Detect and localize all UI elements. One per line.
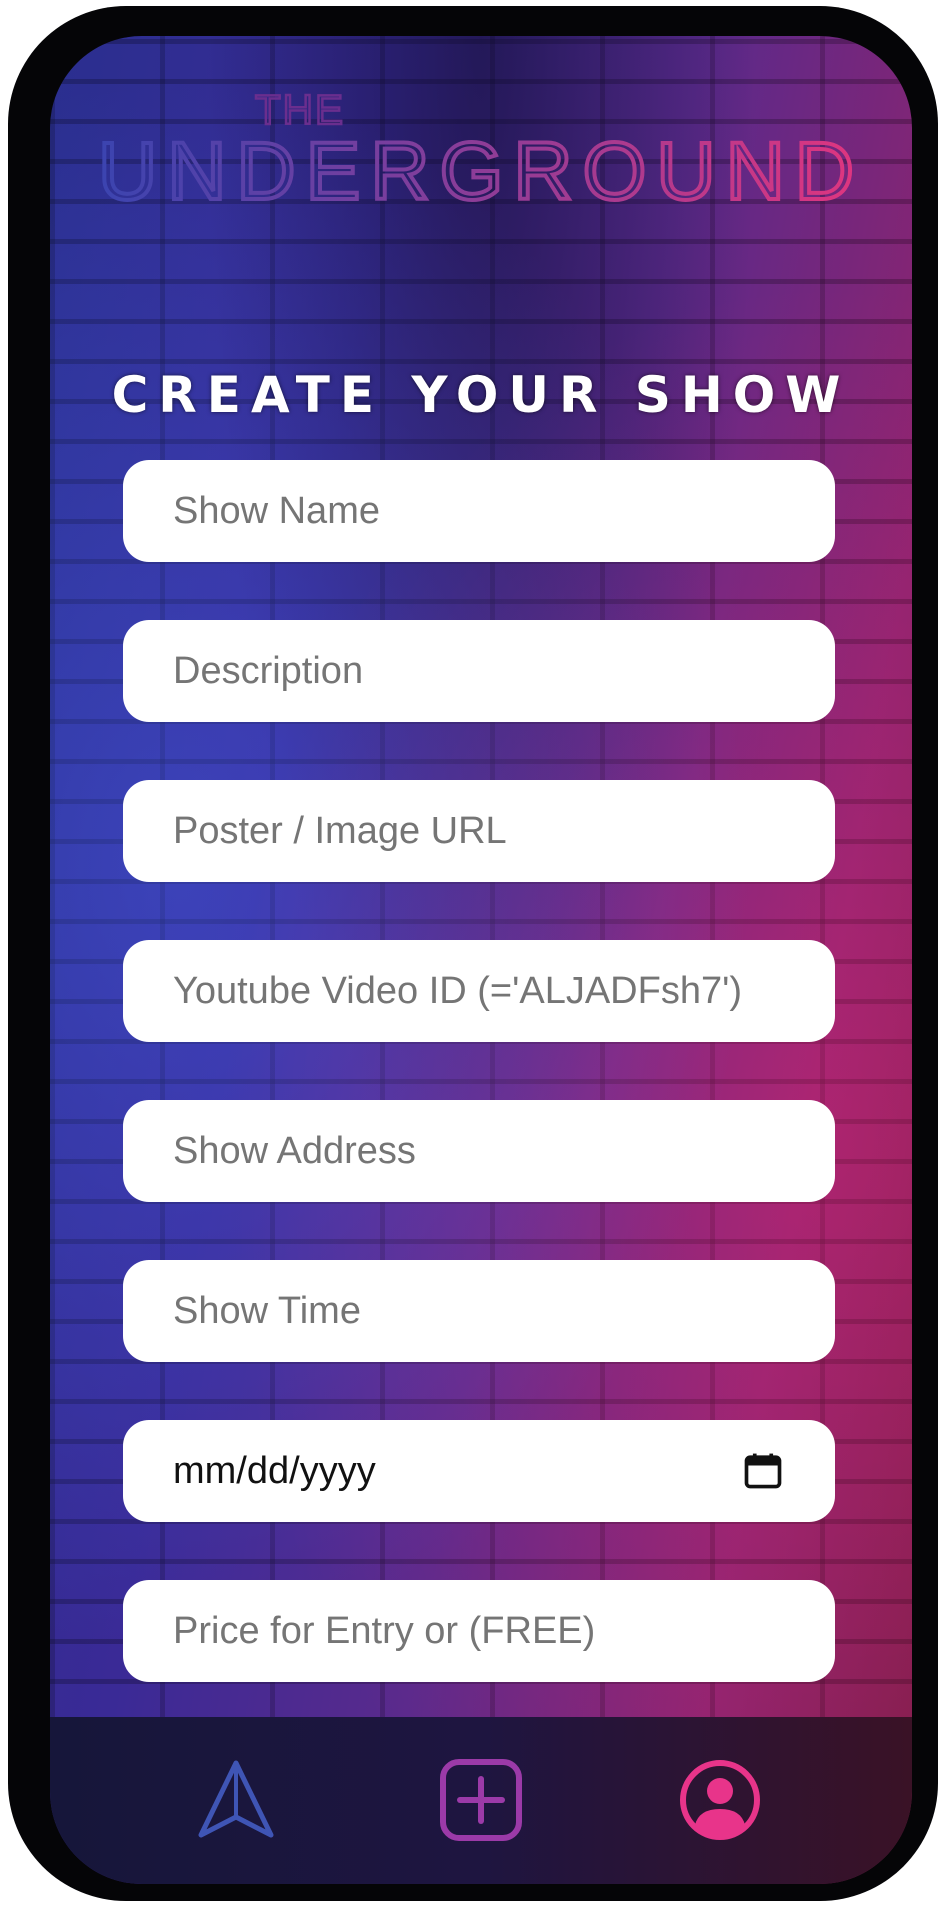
price-placeholder: Price for Entry or (FREE)	[173, 1609, 596, 1652]
poster-url-input[interactable]: Poster / Image URL	[123, 780, 835, 882]
app-screen: THE UNDERGROUND CREATE YOUR SHOW Show Na…	[50, 36, 912, 1884]
calendar-icon[interactable]	[741, 1449, 785, 1493]
description-placeholder: Description	[173, 649, 364, 692]
navigate-arrow-icon	[198, 1760, 274, 1838]
show-date-value: mm/dd/yyyy	[173, 1449, 376, 1492]
app-logo: THE UNDERGROUND	[50, 66, 912, 216]
show-time-placeholder: Show Time	[173, 1289, 361, 1332]
user-profile-icon	[680, 1760, 760, 1840]
price-input[interactable]: Price for Entry or (FREE)	[123, 1580, 835, 1682]
description-input[interactable]: Description	[123, 620, 835, 722]
bottom-nav-bar	[50, 1717, 912, 1884]
nav-create-button[interactable]	[438, 1757, 524, 1843]
logo-graphic: THE UNDERGROUND	[96, 85, 864, 216]
youtube-id-input[interactable]: Youtube Video ID (='ALJADFsh7')	[123, 940, 835, 1042]
page-title: CREATE YOUR SHOW	[111, 366, 851, 424]
create-show-form: Show Name Description Poster / Image URL…	[123, 460, 835, 1740]
phone-frame: THE UNDERGROUND CREATE YOUR SHOW Show Na…	[8, 6, 938, 1901]
nav-profile-button[interactable]	[677, 1757, 763, 1843]
nav-navigate-button[interactable]	[193, 1757, 279, 1843]
show-address-input[interactable]: Show Address	[123, 1100, 835, 1202]
poster-url-placeholder: Poster / Image URL	[173, 809, 507, 852]
show-address-placeholder: Show Address	[173, 1129, 416, 1172]
show-time-input[interactable]: Show Time	[123, 1260, 835, 1362]
youtube-id-placeholder: Youtube Video ID (='ALJADFsh7')	[173, 969, 743, 1012]
show-name-input[interactable]: Show Name	[123, 460, 835, 562]
add-square-icon	[440, 1759, 522, 1841]
show-date-input[interactable]: mm/dd/yyyy	[123, 1420, 835, 1522]
logo-underground-text: UNDERGROUND	[98, 126, 864, 216]
show-name-placeholder: Show Name	[173, 489, 380, 532]
